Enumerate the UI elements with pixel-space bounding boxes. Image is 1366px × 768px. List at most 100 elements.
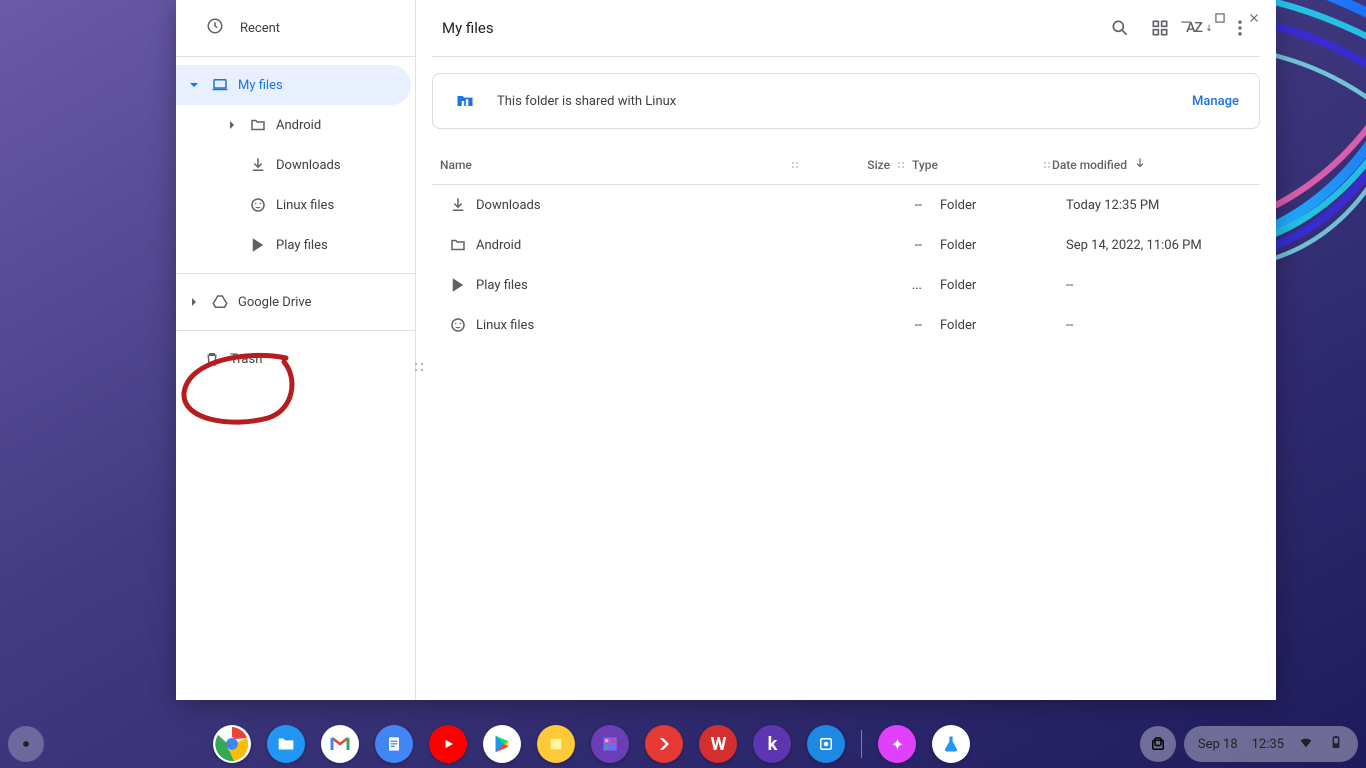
- divider: [176, 273, 415, 274]
- chevron-right-icon[interactable]: [224, 117, 240, 133]
- shared-folder-icon: [453, 89, 477, 113]
- sidebar-item-label: Downloads: [276, 158, 341, 173]
- divider: [176, 56, 415, 57]
- app-pink[interactable]: ✦: [878, 725, 916, 763]
- file-type: Folder: [922, 318, 1052, 333]
- main-pane: My files AZ This folder is shared with L…: [416, 0, 1276, 700]
- sidebar-item-play-files[interactable]: Play files: [212, 225, 411, 265]
- file-type: Folder: [922, 198, 1052, 213]
- download-icon: [248, 155, 268, 175]
- sidebar-item-downloads[interactable]: Downloads: [212, 145, 411, 185]
- tray-time: 12:35: [1252, 737, 1284, 752]
- file-type: Folder: [922, 278, 1052, 293]
- sidebar-item-android[interactable]: Android: [212, 105, 411, 145]
- sidebar-item-google-drive[interactable]: Google Drive: [176, 282, 411, 322]
- divider: [432, 56, 1260, 57]
- file-date: Sep 14, 2022, 11:06 PM: [1052, 238, 1252, 253]
- linux-share-banner: This folder is shared with Linux Manage: [432, 73, 1260, 129]
- sidebar-item-my-files[interactable]: My files: [176, 65, 411, 105]
- file-name: Downloads: [476, 198, 832, 213]
- sidebar-item-linux-files[interactable]: Linux files: [212, 185, 411, 225]
- chevron-right-icon[interactable]: [186, 294, 202, 310]
- drive-icon: [210, 292, 230, 312]
- app-anydesk[interactable]: [645, 725, 683, 763]
- manage-link[interactable]: Manage: [1192, 94, 1239, 109]
- file-date: --: [1052, 318, 1252, 333]
- clock-icon: [206, 17, 224, 39]
- column-header-date[interactable]: Date modified: [1052, 156, 1252, 173]
- table-row[interactable]: Android--FolderSep 14, 2022, 11:06 PM: [432, 225, 1260, 265]
- column-resize-handle[interactable]: [790, 160, 800, 170]
- chevron-down-icon[interactable]: [186, 77, 202, 93]
- app-generic-purple[interactable]: [591, 725, 629, 763]
- shelf: W k ✦ Sep 18 12:35: [0, 720, 1366, 768]
- play-icon: [440, 276, 476, 294]
- sidebar-item-trash[interactable]: Trash: [176, 339, 411, 379]
- column-resize-handle[interactable]: [1042, 160, 1052, 170]
- app-gmail[interactable]: [321, 725, 359, 763]
- sidebar-item-label: Play files: [276, 238, 328, 253]
- file-name: Android: [476, 238, 832, 253]
- app-keep[interactable]: [537, 725, 575, 763]
- launcher-button[interactable]: [8, 726, 44, 762]
- app-chrome[interactable]: [213, 725, 251, 763]
- app-flask[interactable]: [932, 725, 970, 763]
- shelf-apps: W k ✦: [44, 725, 1140, 763]
- app-docs[interactable]: [375, 725, 413, 763]
- app-files[interactable]: [267, 725, 305, 763]
- linux-icon: [440, 316, 476, 334]
- files-window: Recent My files Android Downloads: [176, 0, 1276, 700]
- file-name: Linux files: [476, 318, 832, 333]
- play-icon: [248, 235, 268, 255]
- file-date: --: [1052, 278, 1252, 293]
- window-close-button[interactable]: [1244, 8, 1264, 28]
- page-title: My files: [442, 19, 494, 37]
- column-header-name[interactable]: Name: [440, 158, 790, 172]
- file-size: ...: [832, 278, 922, 293]
- window-minimize-button[interactable]: [1176, 8, 1196, 28]
- file-size: --: [832, 318, 922, 333]
- app-screenshot[interactable]: [807, 725, 845, 763]
- sidebar-item-recent[interactable]: Recent: [176, 8, 415, 48]
- toolbar: My files AZ: [416, 0, 1276, 56]
- sidebar-item-label: My files: [238, 78, 283, 93]
- window-maximize-button[interactable]: [1210, 8, 1230, 28]
- sidebar-item-label: Recent: [240, 21, 280, 36]
- folder-icon: [248, 115, 268, 135]
- shelf-divider: [861, 730, 862, 758]
- sidebar-item-label: Linux files: [276, 198, 334, 213]
- file-date: Today 12:35 PM: [1052, 198, 1252, 213]
- column-header-size[interactable]: Size: [800, 158, 890, 172]
- sidebar-item-label: Android: [276, 118, 321, 133]
- tote-button[interactable]: [1140, 726, 1176, 762]
- table-row[interactable]: Linux files--Folder--: [432, 305, 1260, 345]
- sidebar: Recent My files Android Downloads: [176, 0, 416, 700]
- status-tray[interactable]: Sep 18 12:35: [1184, 726, 1358, 762]
- folder-icon: [440, 236, 476, 254]
- file-size: --: [832, 198, 922, 213]
- wifi-icon: [1298, 734, 1314, 754]
- file-list: Name Size Type Date modified Downloads--…: [416, 145, 1276, 700]
- sidebar-item-label: Trash: [230, 352, 262, 367]
- table-row[interactable]: Downloads--FolderToday 12:35 PM: [432, 185, 1260, 225]
- table-row[interactable]: Play files...Folder--: [432, 265, 1260, 305]
- file-size: --: [832, 238, 922, 253]
- app-k[interactable]: k: [753, 725, 791, 763]
- battery-icon: [1328, 734, 1344, 754]
- trash-icon: [202, 349, 222, 369]
- app-youtube[interactable]: [429, 725, 467, 763]
- app-play-store[interactable]: [483, 725, 521, 763]
- divider: [176, 330, 415, 331]
- sort-descending-icon: [1133, 156, 1147, 173]
- tray-date: Sep 18: [1198, 737, 1238, 752]
- file-type: Folder: [922, 238, 1052, 253]
- download-icon: [440, 196, 476, 214]
- file-name: Play files: [476, 278, 832, 293]
- app-wps[interactable]: W: [699, 725, 737, 763]
- laptop-icon: [210, 75, 230, 95]
- column-header-type[interactable]: Type: [912, 158, 1042, 172]
- view-toggle-button[interactable]: [1140, 8, 1180, 48]
- banner-text: This folder is shared with Linux: [497, 94, 1172, 109]
- column-resize-handle[interactable]: [896, 160, 906, 170]
- search-button[interactable]: [1100, 8, 1140, 48]
